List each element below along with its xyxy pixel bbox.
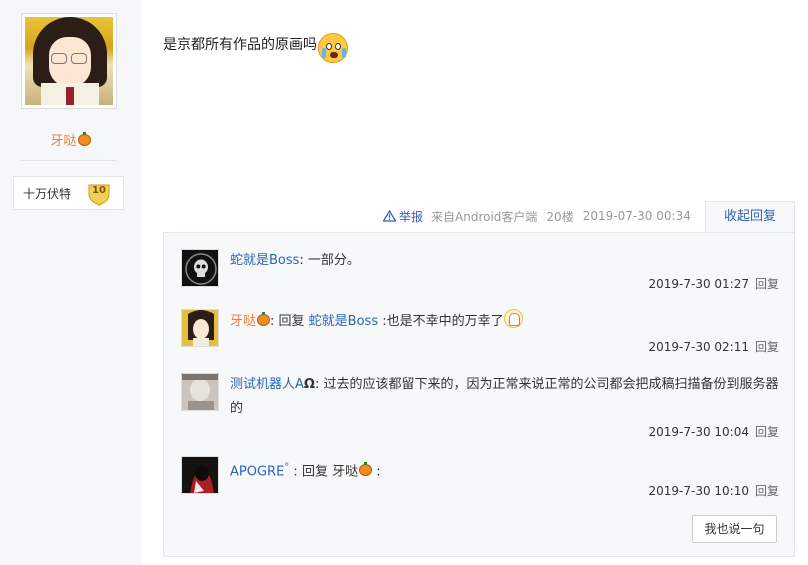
warning-icon <box>383 210 396 222</box>
reply-button[interactable]: 回复 <box>755 425 779 439</box>
reply-avatar[interactable] <box>181 373 219 411</box>
pumpkin-icon <box>359 462 373 477</box>
reply-username[interactable]: 牙哒 <box>230 314 256 329</box>
level-badge[interactable]: 十万伏特 10 <box>13 176 124 210</box>
pumpkin-icon <box>77 132 91 146</box>
reply-button[interactable]: 回复 <box>755 277 779 291</box>
author-panel: 牙哒 十万伏特 10 <box>0 0 141 565</box>
reply-button[interactable]: 回复 <box>755 340 779 354</box>
report-link[interactable]: 举报 <box>383 208 423 225</box>
reply-meta: 2019-7-30 01:27 回复 <box>648 275 779 292</box>
reply-text: : 一部分。 <box>299 253 360 268</box>
reply-meta: 2019-7-30 10:04 回复 <box>648 423 779 440</box>
reply-prefix: : 回复 <box>289 464 333 480</box>
floor-number: 20楼 <box>546 209 574 224</box>
skull-avatar-image <box>182 250 218 286</box>
pumpkin-icon <box>257 312 271 326</box>
omega-badge-icon: Ω <box>303 377 315 392</box>
reply-time: 2019-7-30 10:10 <box>648 484 749 498</box>
reply-target-user[interactable]: 蛇就是Boss <box>309 314 378 329</box>
author-name-text[interactable]: 牙哒 <box>50 134 76 149</box>
divider <box>21 160 116 161</box>
reply-list: 蛇就是Boss: 一部分。 2019-7-30 01:27 回复 牙哒: 回复 蛇… <box>163 232 795 557</box>
post-source: 来自Android客户端 <box>431 209 538 224</box>
cry-emoji-icon <box>318 33 348 63</box>
reply-username[interactable]: 蛇就是Boss <box>230 253 299 268</box>
level-shield-icon: 10 <box>87 182 111 206</box>
avatar-image <box>25 17 113 105</box>
collapse-replies-button[interactable]: 收起回复 <box>705 201 795 234</box>
reply-target-user[interactable]: 牙哒 <box>332 464 358 479</box>
reply-avatar[interactable] <box>181 249 219 287</box>
reply-content: 牙哒 : 回复 蛇就是Boss :也是不幸中的万幸了 <box>230 309 780 334</box>
reply-time: 2019-7-30 10:04 <box>648 425 749 439</box>
photo-avatar-image <box>182 374 218 410</box>
reply-prefix: : 回复 <box>270 314 309 329</box>
reply-content: 测试机器人AΩ: 过去的应该都留下来的，因为正常来说正常的公司都会把成稿扫描备份… <box>230 373 780 421</box>
girl-avatar-image <box>182 310 218 346</box>
author-avatar[interactable] <box>21 13 117 109</box>
praying-emoji-icon <box>503 309 523 328</box>
reply-content: 蛇就是Boss: 一部分。 <box>230 249 780 273</box>
author-name[interactable]: 牙哒 <box>0 130 141 149</box>
reply-meta: 2019-7-30 02:11 回复 <box>648 338 779 355</box>
post-time: 2019-07-30 00:34 <box>582 209 691 223</box>
reply-username[interactable]: 测试机器人A <box>230 377 304 392</box>
post-text: 是京都所有作品的原画吗 <box>163 37 317 53</box>
badge-level-number: 10 <box>92 185 106 196</box>
reply-meta: 2019-7-30 10:10 回复 <box>648 482 779 499</box>
reply-avatar[interactable] <box>181 456 219 494</box>
badge-name: 十万伏特 <box>23 186 72 201</box>
report-label[interactable]: 举报 <box>399 208 423 225</box>
reply-text: :也是不幸中的万幸了 <box>378 314 504 329</box>
reply-content: APOGRE° : 回复 牙哒 : <box>230 456 780 484</box>
reply-text: : <box>372 464 381 480</box>
write-reply-button[interactable]: 我也说一句 <box>692 515 777 543</box>
reply-avatar[interactable] <box>181 309 219 347</box>
reply-username[interactable]: APOGRE <box>230 464 284 479</box>
reply-button[interactable]: 回复 <box>755 484 779 498</box>
post-tail: 举报 来自Android客户端 20楼 2019-07-30 00:34 <box>383 207 691 225</box>
reply-time: 2019-7-30 02:11 <box>648 340 749 354</box>
post-content: 是京都所有作品的原画吗 <box>163 33 348 63</box>
dark-avatar-image <box>182 457 218 493</box>
reply-time: 2019-7-30 01:27 <box>648 277 749 291</box>
